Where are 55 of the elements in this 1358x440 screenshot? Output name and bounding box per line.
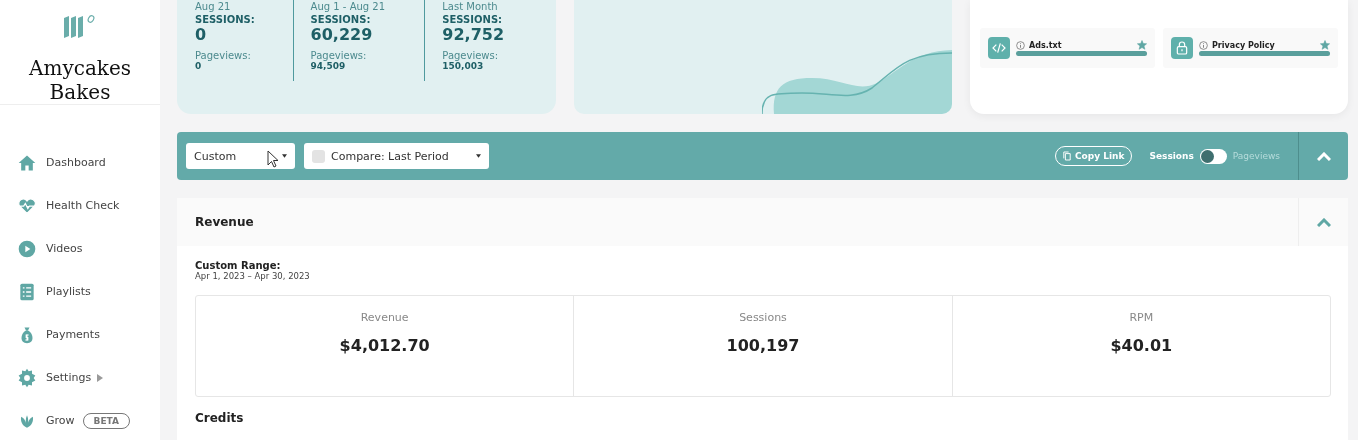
metric-value: $40.01 bbox=[1110, 336, 1173, 355]
metric-value: $4,012.70 bbox=[339, 336, 430, 355]
nav-item[interactable]: Payments bbox=[17, 313, 160, 356]
metric-value: 100,197 bbox=[726, 336, 800, 355]
metric-label: Revenue bbox=[360, 311, 409, 324]
pageviews-label: Pageviews: bbox=[442, 50, 500, 61]
sessions-label: SESSIONS: bbox=[310, 14, 372, 25]
sessions-value: 92,752 bbox=[442, 25, 506, 44]
pageviews-label: Pageviews: bbox=[310, 50, 368, 61]
checklist-label: Privacy Policy bbox=[1212, 40, 1276, 50]
nav-item[interactable]: Playlists bbox=[17, 270, 160, 313]
chevron-icon bbox=[1316, 217, 1331, 227]
range-label: Custom Range: bbox=[195, 260, 281, 271]
metric-label: Sessions bbox=[739, 311, 787, 324]
lock-icon bbox=[1171, 37, 1193, 59]
range-dates: Apr 1, 2023 – Apr 30, 2023 bbox=[195, 271, 311, 281]
metric-label: RPM bbox=[1129, 311, 1154, 324]
nav-item[interactable]: Grow BETA bbox=[17, 399, 160, 440]
copy-icon bbox=[1063, 151, 1071, 161]
sessions-label: SESSIONS: bbox=[442, 14, 504, 25]
nav-item[interactable]: Videos bbox=[17, 227, 160, 270]
toggle-switch[interactable] bbox=[1199, 148, 1227, 164]
pageviews-value: 0 bbox=[195, 61, 202, 71]
mouse-cursor-icon bbox=[267, 150, 279, 168]
range-dropdown[interactable]: Custom bbox=[186, 143, 295, 169]
sessions-value: 60,229 bbox=[310, 25, 374, 44]
checklist-label: Ads.txt bbox=[1029, 40, 1063, 50]
nav-item[interactable]: Health Check bbox=[17, 184, 160, 227]
compare-checkbox[interactable] bbox=[312, 149, 325, 163]
compare-dropdown[interactable]: Compare: Last Period bbox=[304, 143, 489, 169]
settings-icon bbox=[17, 367, 37, 388]
info-icon[interactable] bbox=[1016, 40, 1025, 50]
nav-item[interactable]: Dashboard bbox=[17, 141, 160, 184]
logo-icon bbox=[62, 14, 98, 40]
checklist-item[interactable]: Ads.txt bbox=[980, 28, 1155, 68]
nav-item[interactable]: Settings bbox=[17, 356, 160, 399]
caret-icon bbox=[282, 154, 287, 158]
pageviews-value: 94,509 bbox=[310, 61, 346, 71]
chevron-icon bbox=[1316, 151, 1331, 161]
code-icon bbox=[988, 37, 1010, 59]
period-label: Aug 21 bbox=[195, 1, 232, 12]
pageviews-value: 150,003 bbox=[442, 61, 484, 71]
period-label: Last Month bbox=[442, 1, 499, 12]
panel-title: Revenue bbox=[195, 215, 255, 229]
caret-icon bbox=[476, 154, 481, 158]
checklist-item[interactable]: Privacy Policy bbox=[1163, 28, 1338, 68]
sessions-value: 0 bbox=[195, 25, 208, 44]
sessions-label: SESSIONS: bbox=[195, 14, 256, 25]
info-icon[interactable] bbox=[1199, 40, 1208, 50]
checklist-icon bbox=[17, 281, 37, 302]
section-title: Credits bbox=[195, 411, 245, 425]
site-name: Amycakes Bakes bbox=[27, 56, 133, 104]
period-label: Aug 1 - Aug 21 bbox=[310, 1, 387, 12]
pageviews-label: Pageviews: bbox=[195, 50, 252, 61]
play-icon bbox=[17, 238, 37, 259]
